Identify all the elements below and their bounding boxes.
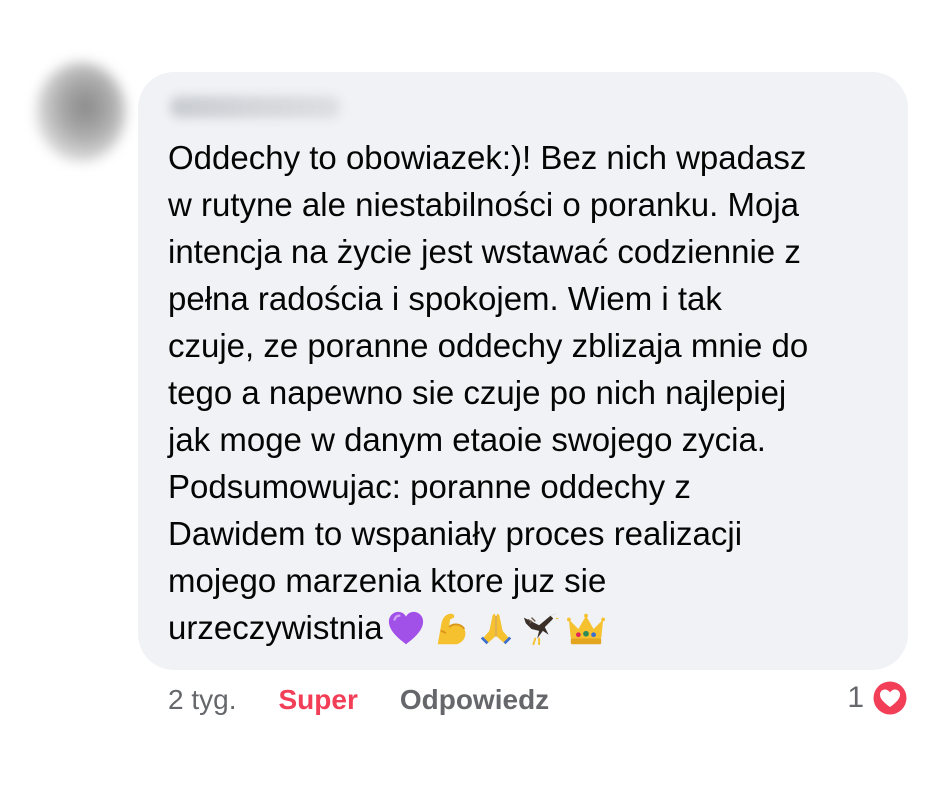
- folded-hands-icon: [480, 613, 511, 644]
- avatar[interactable]: [36, 62, 126, 162]
- emoji-row: [387, 607, 612, 654]
- comment-line: tego a napewno sie czuje po nich najlepi…: [168, 374, 787, 411]
- comment-line: Dawidem to wspaniały proces realizacji: [168, 515, 743, 552]
- reply-button[interactable]: Odpowiedz: [400, 684, 549, 716]
- purple-heart-icon: [388, 611, 423, 644]
- react-button[interactable]: Super: [278, 684, 357, 716]
- comment-bubble: Oddechy to obowiazek:)! Bez nich wpadasz…: [138, 72, 908, 670]
- flexed-biceps-icon: [437, 613, 465, 644]
- comment-line: jak moge w danym etaoie swojego zycia.: [168, 421, 766, 458]
- comment-line-last: urzeczywistnia: [168, 604, 888, 654]
- reaction-summary[interactable]: 1: [847, 676, 910, 720]
- comment-line: pełna radościa i spokojem. Wiem i tak: [168, 280, 722, 317]
- comment-text: Oddechy to obowiazek:)! Bez nich wpadasz…: [168, 134, 888, 654]
- comment-line: w rutyne ale niestabilności o poranku. M…: [168, 186, 800, 223]
- eagle-icon: [523, 613, 559, 645]
- comment-actions: 2 tyg. Super Odpowiedz: [168, 678, 549, 722]
- comment-line-text: urzeczywistnia: [168, 609, 383, 646]
- comment-line: intencja na życie jest wstawać codzienni…: [168, 233, 801, 270]
- crown-icon: [566, 613, 605, 644]
- comment-line: mojego marzenia ktore juz sie: [168, 562, 607, 599]
- comment-line: czuje, ze poranne oddechy zblizaja mnie …: [168, 327, 809, 364]
- author-name-blurred[interactable]: [170, 96, 340, 118]
- comment-line: Podsumowujac: poranne oddechy z: [168, 468, 691, 505]
- heart-icon: [871, 679, 909, 717]
- reaction-count: 1: [847, 681, 864, 714]
- comment-line: Oddechy to obowiazek:)! Bez nich wpadasz: [168, 139, 807, 176]
- comment-timestamp[interactable]: 2 tyg.: [168, 684, 236, 716]
